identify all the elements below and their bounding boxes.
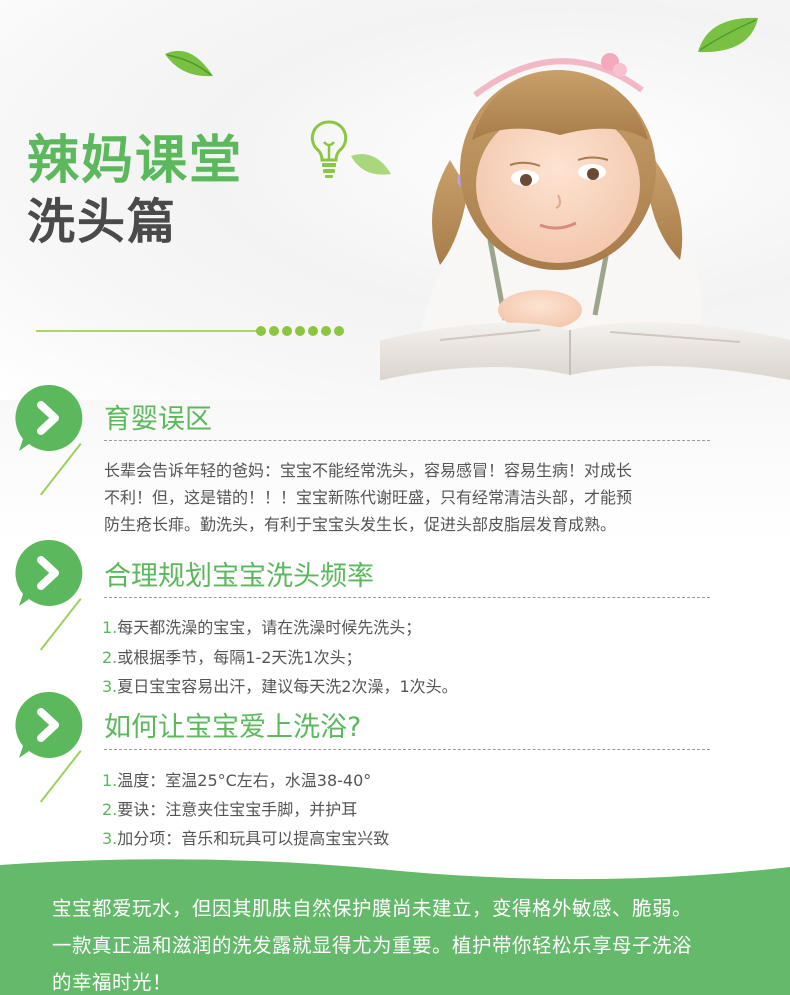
footer-line: 的幸福时光！ (52, 971, 173, 994)
section-paragraph: 长辈会告诉年轻的爸妈：宝宝不能经常洗头，容易感冒！容易生病！对成长 不利！但，这… (104, 457, 714, 538)
chevron-right-icon (15, 384, 83, 451)
footer-line: 宝宝都爱玩水，但因其肌肤自然保护膜尚未建立，变得格外敏感、脆弱。 (52, 897, 693, 920)
divider-dots (256, 326, 344, 336)
leaf-icon (698, 17, 758, 53)
page-subtitle: 洗头篇 (27, 194, 178, 250)
chevron-right-icon (15, 691, 83, 758)
footer-line: 一款真正温和滋润的洗发露就显得尤为重要。植护带你轻松乐享母子洗浴 (52, 934, 693, 957)
section-title: 合理规划宝宝洗头频率 (104, 561, 374, 592)
list-item: 3.加分项：音乐和玩具可以提高宝宝兴致 (102, 829, 390, 848)
list-item: 1.温度：室温25°C左右，水温38-40° (102, 771, 372, 790)
section-title: 育婴误区 (104, 404, 212, 435)
list-item: 3.夏日宝宝容易出汗，建议每天洗2次澡，1次头。 (102, 677, 458, 696)
chevron-right-icon (15, 539, 83, 606)
list-item: 2.或根据季节，每隔1-2天洗1次头； (102, 648, 362, 667)
list-item: 1.每天都洗澡的宝宝，请在洗澡时候先洗头； (102, 618, 422, 637)
section-rule (104, 440, 710, 441)
page: 辣妈课堂 洗头篇 育婴误区 长辈会告诉年轻的爸妈：宝宝不能经常洗头，容易感冒！容… (0, 0, 790, 995)
section-rule (104, 749, 710, 750)
paragraph-line: 不利！但，这是错的！！！宝宝新陈代谢旺盛，只有经常清洁头部，才能预 (104, 488, 633, 507)
lightbulb-icon (310, 120, 348, 178)
section-rule (104, 597, 710, 598)
paragraph-line: 长辈会告诉年轻的爸妈：宝宝不能经常洗头，容易感冒！容易生病！对成长 (104, 461, 633, 480)
leaf-icon (351, 154, 391, 175)
girl-reading-illustration (380, 53, 790, 381)
divider-line (36, 330, 258, 332)
section-title: 如何让宝宝爱上洗浴? (104, 712, 362, 743)
leaf-icon (165, 50, 213, 77)
footer-text: 宝宝都爱玩水，但因其肌肤自然保护膜尚未建立，变得格外敏感、脆弱。 一款真正温和滋… (52, 890, 772, 995)
paragraph-line: 防生疮长痱。勤洗头，有利于宝宝头发生长，促进头部皮脂层发育成熟。 (104, 515, 617, 534)
list-item: 2.要诀：注意夹住宝宝手脚，并护耳 (102, 800, 358, 819)
